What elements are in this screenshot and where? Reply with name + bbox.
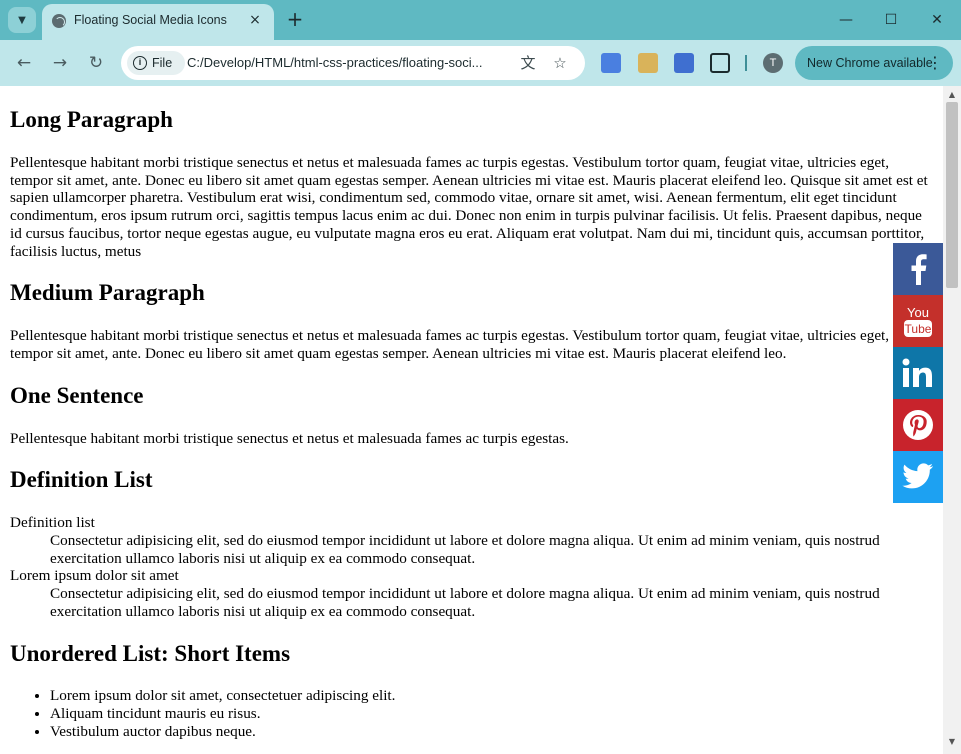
list-item: Vestibulum auctor dapibus neque.: [50, 723, 930, 741]
definition-description: Consectetur adipisicing elit, sed do eiu…: [50, 585, 880, 620]
heading-long-paragraph: Long Paragraph: [10, 107, 173, 132]
heading-one-sentence: One Sentence: [10, 382, 144, 408]
linkedin-link[interactable]: [893, 347, 943, 399]
medium-paragraph: Pellentesque habitant morbi tristique se…: [10, 327, 890, 362]
definition-description: Consectetur adipisicing elit, sed do eiu…: [50, 532, 880, 567]
definition-term: Lorem ipsum dolor sit amet: [10, 567, 179, 585]
youtube-link[interactable]: You Tube: [893, 295, 943, 347]
facebook-icon: [911, 254, 927, 285]
page-viewport: Long Paragraph Pellentesque habitant mor…: [0, 86, 961, 754]
chevron-down-icon: ▼: [18, 14, 26, 26]
address-bar[interactable]: i File C:/Develop/HTML/html-css-practice…: [121, 46, 585, 80]
active-tab[interactable]: Floating Social Media Icons ×: [42, 4, 274, 40]
clipboard-extension-icon[interactable]: [674, 53, 694, 73]
close-window-button[interactable]: ✕: [927, 10, 947, 30]
forward-button[interactable]: →: [49, 52, 71, 74]
maximize-button[interactable]: ☐: [881, 10, 901, 30]
tab-bar: ▼ Floating Social Media Icons × + — ☐ ✕: [0, 0, 961, 40]
chrome-update-button[interactable]: New Chrome available ⋮: [795, 46, 953, 80]
long-paragraph: Pellentesque habitant morbi tristique se…: [10, 154, 928, 260]
floating-social-bar: You Tube: [893, 243, 943, 503]
profile-avatar[interactable]: T: [763, 53, 783, 73]
file-label: File: [152, 56, 173, 70]
extension-icon[interactable]: [638, 53, 658, 73]
youtube-icon: You Tube: [904, 305, 932, 337]
definition-term: Definition list: [10, 514, 95, 532]
reload-button[interactable]: ↻: [85, 52, 107, 74]
list-item: Lorem ipsum dolor sit amet, consectetuer…: [50, 687, 930, 705]
tab-close-button[interactable]: ×: [246, 11, 264, 29]
tab-search-button[interactable]: ▼: [8, 7, 36, 33]
pinterest-link[interactable]: [893, 399, 943, 451]
svg-text:Tube: Tube: [905, 322, 932, 336]
scroll-down-arrow-icon[interactable]: ▼: [947, 737, 957, 747]
url-text[interactable]: C:/Develop/HTML/html-css-practices/float…: [187, 55, 482, 70]
page-content: Long Paragraph Pellentesque habitant mor…: [10, 86, 930, 741]
info-icon: i: [133, 56, 147, 70]
toolbar-divider: [745, 55, 747, 71]
bookmark-star-icon[interactable]: ☆: [551, 54, 569, 72]
scrollbar-thumb[interactable]: [946, 102, 958, 288]
more-menu-icon[interactable]: ⋮: [927, 53, 943, 73]
tab-title: Floating Social Media Icons: [74, 13, 227, 27]
puzzle-icon[interactable]: [710, 53, 730, 73]
heading-definition-list: Definition List: [10, 467, 153, 493]
new-tab-button[interactable]: +: [284, 8, 306, 30]
unordered-list: Lorem ipsum dolor sit amet, consectetuer…: [10, 687, 930, 741]
twitter-link[interactable]: [893, 451, 943, 503]
minimize-button[interactable]: —: [836, 10, 856, 30]
sentence-paragraph: Pellentesque habitant morbi tristique se…: [10, 429, 569, 447]
scroll-up-arrow-icon[interactable]: ▲: [947, 90, 957, 100]
site-info-chip[interactable]: i File: [127, 51, 185, 75]
translate-extension-icon[interactable]: [601, 53, 621, 73]
twitter-icon: [902, 463, 933, 489]
back-button[interactable]: ←: [13, 52, 35, 74]
definition-list: Definition list Consectetur adipisicing …: [10, 514, 930, 620]
globe-icon: [52, 14, 66, 28]
translate-icon[interactable]: 文: [519, 54, 537, 72]
svg-text:You: You: [907, 305, 929, 320]
vertical-scrollbar[interactable]: ▲ ▼: [943, 86, 961, 754]
list-item: Aliquam tincidunt mauris eu risus.: [50, 705, 930, 723]
update-label: New Chrome available: [807, 56, 933, 70]
heading-medium-paragraph: Medium Paragraph: [10, 280, 205, 306]
pinterest-icon: [903, 410, 933, 440]
facebook-link[interactable]: [893, 243, 943, 295]
browser-toolbar: ← → ↻ i File C:/Develop/HTML/html-css-pr…: [0, 40, 961, 86]
heading-unordered-list: Unordered List: Short Items: [10, 640, 291, 666]
linkedin-icon: [902, 358, 932, 387]
